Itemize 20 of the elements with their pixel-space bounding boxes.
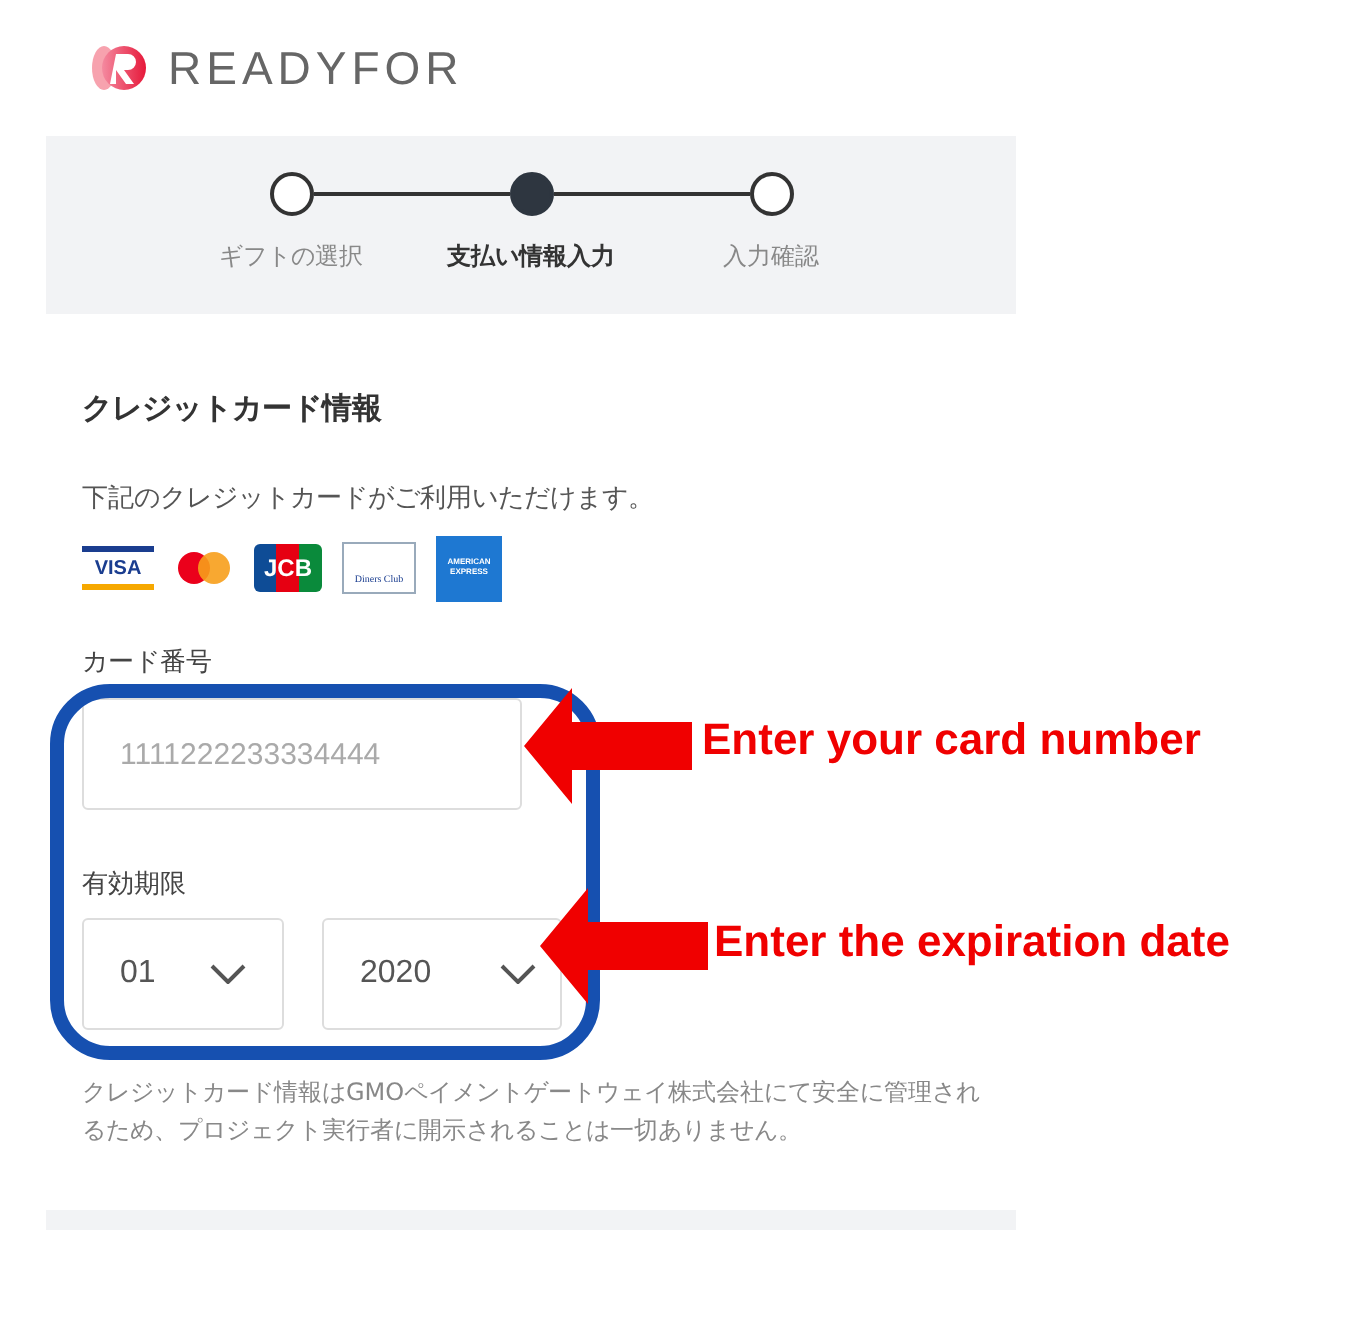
arrow-icon	[540, 888, 708, 1004]
card-logo: VISA	[82, 546, 154, 590]
card-number-field[interactable]: 1111222233334444	[82, 698, 522, 810]
logo-icon	[88, 42, 152, 94]
month-select[interactable]: 01	[82, 918, 284, 1030]
logo-text[interactable]: READYFOR	[168, 41, 464, 95]
chevron-down-icon	[500, 964, 536, 984]
annotation-text: Enter the expiration date	[714, 916, 1230, 968]
description-text: 下記のクレジットカードがご利用いただけます。	[82, 482, 656, 516]
step-label: 支払い情報入力	[447, 240, 615, 274]
annotation-text: Enter your card number	[702, 714, 1201, 766]
arrow-icon	[524, 688, 692, 804]
overlapping-circles-icon	[174, 548, 234, 588]
field-label: カード番号	[82, 646, 212, 680]
section-title: クレジットカード情報	[82, 390, 384, 428]
notice-text: クレジットカード情報はGMOペイメントゲートウェイ株式会社にて安全に管理されるため、プロジェクト実行者に開示されることは一切ありません。	[82, 1076, 982, 1149]
step-label: 入力確認	[723, 240, 819, 274]
step-label: ギフトの選択	[219, 240, 363, 274]
field-label: 有効期限	[82, 868, 186, 902]
chevron-down-icon	[210, 964, 246, 984]
